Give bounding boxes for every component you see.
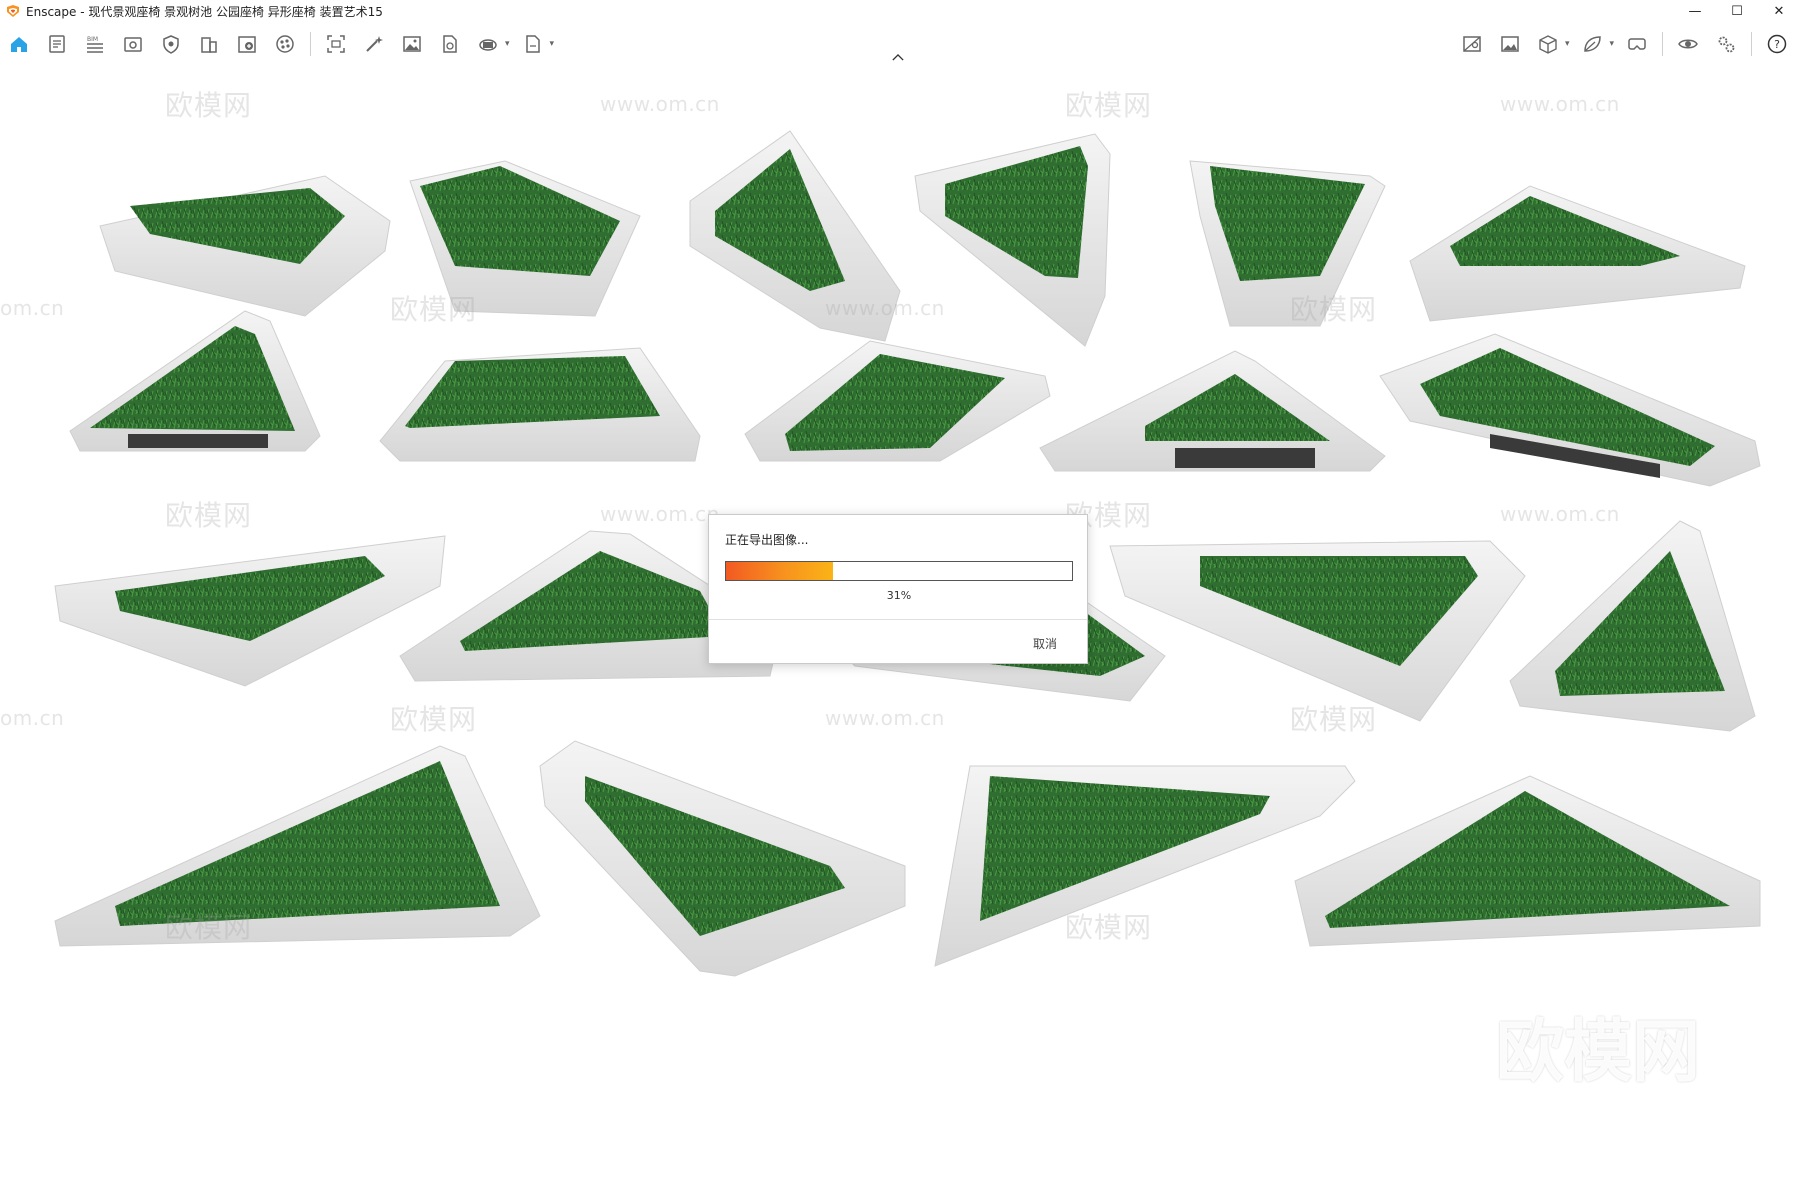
shield-icon[interactable]	[156, 29, 186, 59]
watermark-text: 欧模网	[1290, 703, 1378, 736]
window-title: Enscape - 现代景观座椅 景观树池 公园座椅 异形座椅 装置艺术15	[26, 4, 383, 19]
settings-icon[interactable]	[1711, 29, 1741, 59]
bench-planter	[1379, 333, 1761, 487]
progress-bar	[725, 561, 1073, 581]
watermark-text: 欧模网	[1065, 911, 1153, 944]
bench-planter	[99, 175, 391, 317]
svg-text:BIM: BIM	[87, 36, 98, 43]
bench-planter	[54, 535, 446, 687]
panorama-icon[interactable]	[473, 29, 503, 59]
bench-planter	[1509, 520, 1756, 732]
enscape-logo-icon	[7, 5, 19, 17]
watermark-url: www.om.cn	[825, 706, 945, 730]
render-file-icon[interactable]	[435, 29, 465, 59]
export-file-icon[interactable]	[518, 29, 548, 59]
bench-planter	[539, 740, 906, 977]
progress-bar-fill	[726, 562, 834, 580]
maximize-button[interactable]: ☐	[1716, 0, 1758, 22]
bench-planter	[1294, 775, 1761, 947]
brand-watermark: 欧模网	[1495, 1013, 1700, 1092]
bench-planter	[54, 745, 541, 947]
bench-planter	[1409, 185, 1746, 322]
bench-planter	[379, 347, 701, 462]
add-panel-icon[interactable]	[232, 29, 262, 59]
cancel-button[interactable]: 取消	[1033, 635, 1057, 652]
export-progress-dialog: 正在导出图像... 31% 取消	[708, 514, 1088, 664]
svg-text:?: ?	[1774, 38, 1780, 51]
home-icon[interactable]	[4, 29, 34, 59]
bench-planter	[69, 310, 321, 452]
gallery-icon[interactable]	[1495, 29, 1525, 59]
cube-icon[interactable]	[1533, 29, 1563, 59]
title-bar: Enscape - 现代景观座椅 景观树池 公园座椅 异形座椅 装置艺术15 —…	[0, 0, 1800, 22]
bim-icon[interactable]: BIM	[80, 29, 110, 59]
watermark-url-partial: om.cn	[0, 706, 65, 730]
settings-file-icon[interactable]	[42, 29, 72, 59]
building-icon[interactable]	[194, 29, 224, 59]
eye-icon[interactable]	[1673, 29, 1703, 59]
toolbar-right-group: ▾ ▾ ?	[1457, 26, 1792, 62]
close-button[interactable]: ✕	[1758, 0, 1800, 22]
panorama-dropdown-icon[interactable]: ▾	[505, 39, 510, 49]
watermark-text: 欧模网	[165, 89, 253, 122]
toolbar-separator	[1751, 32, 1752, 56]
bench-planter	[744, 340, 1051, 462]
cube-dropdown-icon[interactable]: ▾	[1565, 39, 1570, 49]
enscape-window: Enscape - 现代景观座椅 景观树池 公园座椅 异形座椅 装置艺术15 —…	[0, 0, 1800, 1190]
watermark-text: 欧模网	[390, 703, 478, 736]
watermark-url: www.om.cn	[600, 92, 720, 116]
toolbar-separator	[310, 32, 311, 56]
vr-headset-icon[interactable]	[1622, 29, 1652, 59]
watermark-text: 欧模网	[1065, 89, 1153, 122]
window-controls: — ☐ ✕	[1674, 0, 1800, 22]
toolbar-separator	[1662, 32, 1663, 56]
watermark-text: 欧模网	[165, 911, 253, 944]
leaf-dropdown-icon[interactable]: ▾	[1609, 39, 1614, 49]
leaf-icon[interactable]	[1577, 29, 1607, 59]
bench-planter	[1039, 350, 1386, 472]
screenshot-icon[interactable]	[321, 29, 351, 59]
material-icon[interactable]	[270, 29, 300, 59]
minimize-button[interactable]: —	[1674, 0, 1716, 22]
watermark-url: www.om.cn	[1500, 92, 1620, 116]
export-dropdown-icon[interactable]: ▾	[550, 39, 555, 49]
watermark-text: 欧模网	[390, 293, 478, 326]
progress-percentage: 31%	[886, 589, 912, 602]
view-icon[interactable]	[118, 29, 148, 59]
dialog-title: 正在导出图像...	[725, 533, 809, 547]
watermark-url: www.om.cn	[825, 296, 945, 320]
watermark-url-partial: om.cn	[0, 296, 65, 320]
watermark-url: www.om.cn	[1500, 502, 1620, 526]
watermark-text: 欧模网	[1290, 293, 1378, 326]
image-icon[interactable]	[397, 29, 427, 59]
dialog-divider	[709, 619, 1087, 620]
help-icon[interactable]: ?	[1762, 29, 1792, 59]
map-icon[interactable]	[1457, 29, 1487, 59]
watermark-url: www.om.cn	[600, 502, 720, 526]
bench-planter	[1109, 540, 1526, 722]
toolbar-left-group: BIM ▾ ▾	[4, 26, 554, 62]
watermark-text: 欧模网	[165, 499, 253, 532]
collapse-toolbar-icon[interactable]	[888, 50, 908, 64]
magic-wand-icon[interactable]	[359, 29, 389, 59]
